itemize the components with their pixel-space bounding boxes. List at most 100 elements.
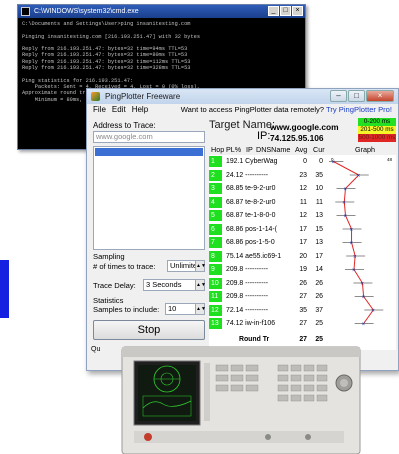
- col-cur[interactable]: Cur: [313, 145, 325, 155]
- sampling-label: Sampling: [93, 252, 125, 261]
- hop-cell: 8: [209, 250, 222, 262]
- table-row[interactable]: 5 68.87 te-1-8-0-0 12 13: [209, 210, 396, 221]
- cur-cell: 13: [315, 239, 323, 246]
- hop-cell: 10: [209, 277, 222, 289]
- cmd-window-controls: _ □ ×: [268, 6, 303, 16]
- table-row[interactable]: 4 68.87 te-8-2-ur0 11 11: [209, 196, 396, 208]
- ip-dns-cell: 75.14 ae55.ic69-1: [226, 252, 282, 260]
- ip-value: 74.125.95.106: [270, 133, 324, 143]
- table-row[interactable]: 9 209.8 ---------- 19 14: [209, 264, 396, 275]
- avg-cell: 12: [299, 185, 307, 192]
- close-icon[interactable]: ×: [366, 90, 394, 102]
- close-icon[interactable]: ×: [292, 6, 303, 16]
- cur-cell: 26: [315, 279, 323, 287]
- cur-cell: 25: [315, 320, 323, 327]
- cur-cell: 13: [315, 212, 323, 219]
- cur-cell: 14: [315, 266, 323, 273]
- hop-cell: 9: [209, 264, 222, 275]
- maximize-icon[interactable]: □: [348, 90, 365, 102]
- network-analyzer-photo: [121, 346, 361, 454]
- target-name-value: www.google.com: [270, 122, 339, 132]
- table-row[interactable]: 12 72.14 ---------- 35 37: [209, 304, 396, 316]
- promo-banner: Want to access PingPlotter data remotely…: [181, 105, 392, 114]
- ip-dns-cell: 209.8 ----------: [226, 279, 269, 287]
- times-to-trace-label: # of times to trace:: [93, 262, 156, 271]
- hop-cell: 12: [209, 304, 222, 316]
- col-pl[interactable]: PL%: [226, 145, 241, 155]
- legend-green: 0-200 ms: [358, 118, 396, 126]
- avg-cell: 26: [299, 279, 307, 287]
- table-row[interactable]: 10 209.8 ---------- 26 26: [209, 277, 396, 289]
- maximize-icon[interactable]: □: [280, 6, 291, 16]
- table-row[interactable]: 8 75.14 ae55.ic69-1 20 17: [209, 250, 396, 262]
- col-hop[interactable]: Hop: [211, 145, 224, 155]
- table-row[interactable]: 7 68.86 pos-1-5-0 17 13: [209, 237, 396, 248]
- spin-icon[interactable]: ▲▼: [195, 280, 206, 290]
- hop-cell: 11: [209, 291, 222, 302]
- table-row[interactable]: 11 209.8 ---------- 27 26: [209, 291, 396, 302]
- avg-cell: 27: [299, 320, 307, 327]
- hop-cell: 4: [209, 196, 222, 208]
- cur-cell: 26: [315, 293, 323, 300]
- table-row[interactable]: 6 68.86 pos-1-14-(17 15: [209, 223, 396, 235]
- selected-target-row[interactable]: [95, 148, 203, 156]
- table-row[interactable]: 3 68.85 te-9-2-ur0 12 10: [209, 183, 396, 194]
- minimize-icon[interactable]: –: [330, 90, 347, 102]
- cur-cell: 15: [315, 225, 323, 233]
- menu-file[interactable]: File: [93, 105, 106, 114]
- pingplotter-titlebar[interactable]: PingPlotter Freeware – □ ×: [87, 89, 398, 104]
- table-row[interactable]: 1 192.1 CyberWag 0 0: [209, 156, 396, 167]
- col-ip[interactable]: IP: [246, 145, 253, 155]
- spin-icon[interactable]: ▲▼: [195, 304, 206, 314]
- hop-cell: 1: [209, 156, 222, 167]
- stop-button[interactable]: Stop: [93, 320, 205, 340]
- pingplotter-window[interactable]: PingPlotter Freeware – □ × File Edit Hel…: [86, 88, 399, 371]
- menu-help[interactable]: Help: [132, 105, 148, 114]
- avg-cell: 27: [299, 293, 307, 300]
- cmd-icon: [21, 7, 30, 16]
- blue-panel-edge: [0, 260, 9, 318]
- quick-label: Qu: [91, 346, 101, 353]
- avg-cell: 11: [299, 198, 307, 206]
- trace-target-list[interactable]: [93, 146, 205, 250]
- col-avg[interactable]: Avg: [295, 145, 307, 155]
- address-label: Address to Trace:: [93, 121, 156, 130]
- ip-dns-cell: 68.86 pos-1-5-0: [226, 239, 275, 246]
- avg-cell: 35: [299, 306, 307, 314]
- promo-text: Want to access PingPlotter data remotely…: [180, 105, 325, 114]
- hop-cell: 3: [209, 183, 222, 194]
- address-input[interactable]: www.google.com: [93, 131, 205, 143]
- samples-select[interactable]: 10 ▲▼: [165, 303, 206, 315]
- hop-cell: 6: [209, 223, 222, 235]
- hop-cell: 2: [209, 169, 222, 181]
- legend-red: 500-1000 ms: [358, 134, 396, 142]
- spin-icon[interactable]: ▲▼: [195, 261, 206, 271]
- times-to-trace-select[interactable]: Unlimited ▲▼: [167, 260, 206, 272]
- ip-dns-cell: 68.85 te-9-2-ur0: [226, 185, 276, 192]
- trace-table-header: Hop PL% IP DNSName Avg Cur Graph: [209, 145, 396, 155]
- trace-table[interactable]: × × × × × × × × × × × × × 0 48 1 192.1 CyberWag 0 0 2 24.12…: [209, 155, 396, 350]
- avg-cell: 0: [303, 158, 307, 165]
- avg-cell: 17: [299, 239, 307, 246]
- col-graph[interactable]: Graph: [355, 145, 375, 155]
- ip-dns-cell: 192.1 CyberWag: [226, 158, 278, 165]
- cur-cell: 35: [315, 171, 323, 179]
- minimize-icon[interactable]: _: [268, 6, 279, 16]
- promo-link[interactable]: Try PingPlotter Pro!: [326, 105, 392, 114]
- table-row[interactable]: 13 74.12 iw-in-f106 27 25: [209, 318, 396, 329]
- ip-label: IP:: [257, 130, 271, 142]
- trace-delay-select[interactable]: 3 Seconds ▲▼: [143, 279, 206, 291]
- table-row[interactable]: 2 24.12 ---------- 23 35: [209, 169, 396, 181]
- pingplotter-window-controls: – □ ×: [330, 90, 394, 102]
- avg-cell: 20: [299, 252, 307, 260]
- ip-dns-cell: 68.87 te-8-2-ur0: [226, 198, 276, 206]
- cur-cell: 0: [319, 158, 323, 165]
- cmd-titlebar[interactable]: C:\WINDOWS\system32\cmd.exe _ □ ×: [18, 5, 305, 18]
- menu-edit[interactable]: Edit: [112, 105, 126, 114]
- trace-delay-value: 3 Seconds: [146, 280, 182, 289]
- ip-dns-cell: 209.8 ----------: [226, 266, 269, 273]
- legend-yellow: 201-500 ms: [358, 126, 396, 134]
- ip-dns-cell: 209.8 ----------: [226, 293, 269, 300]
- hop-cell: 13: [209, 318, 222, 329]
- col-dnsname[interactable]: DNSName: [256, 145, 290, 155]
